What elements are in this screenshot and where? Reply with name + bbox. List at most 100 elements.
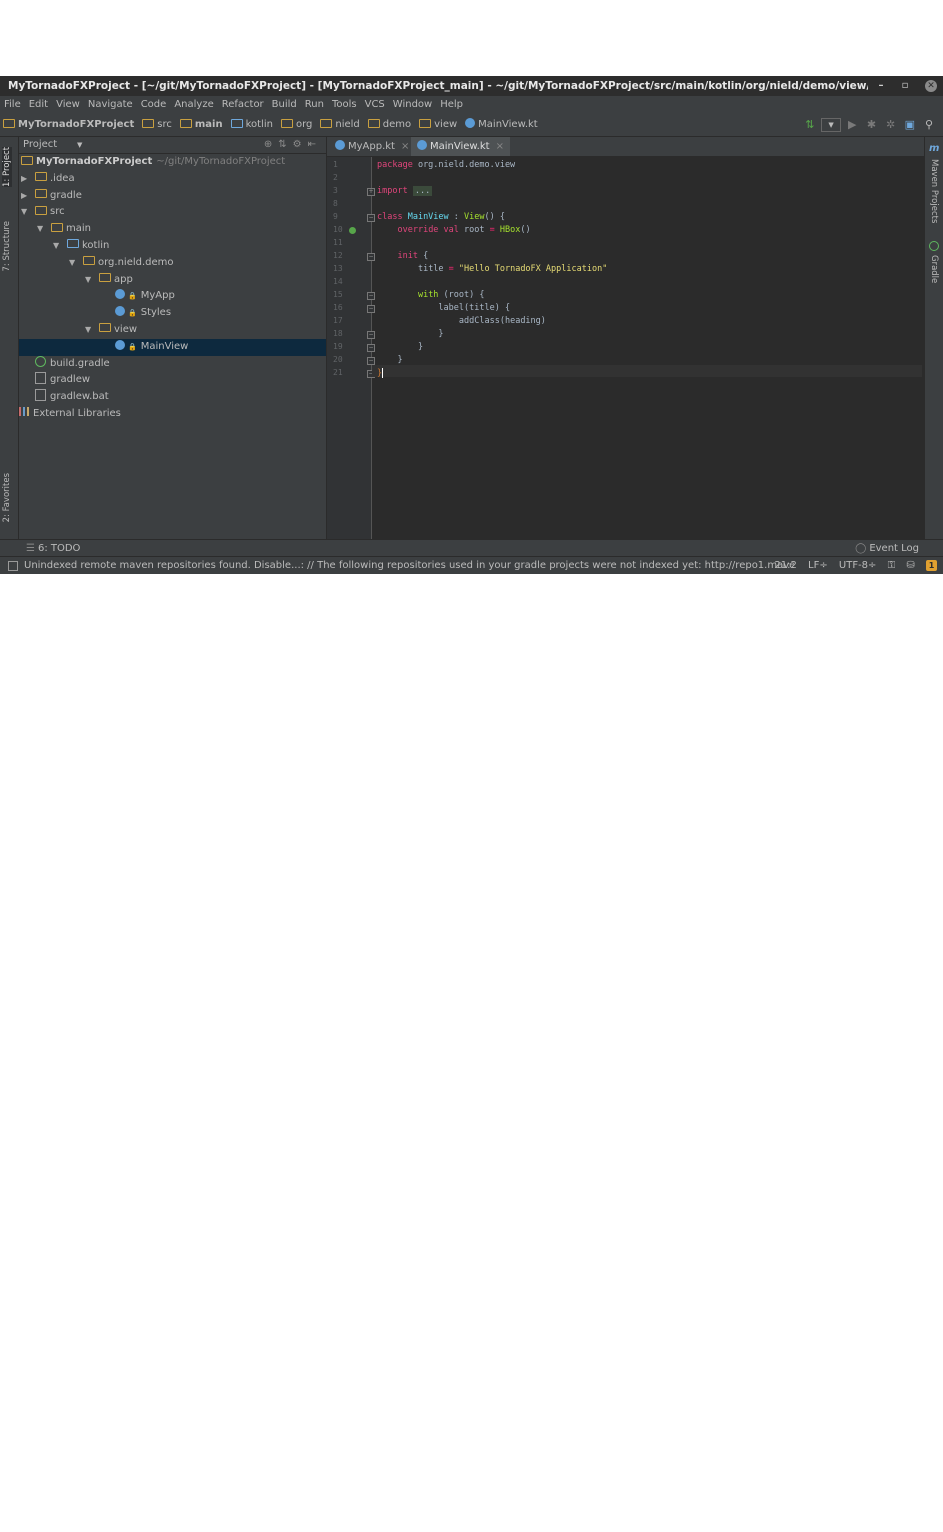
collapse-arrow-icon[interactable]: ▼ [53, 238, 59, 255]
tool-tab-project[interactable]: 1: Project [2, 147, 12, 187]
chevron-down-icon[interactable]: ▼ [77, 137, 82, 153]
tree-item-gradlew-bat[interactable]: gradlew.bat [19, 389, 326, 406]
menu-navigate[interactable]: Navigate [84, 96, 137, 114]
current-line-highlight [372, 365, 922, 377]
tree-item-app[interactable]: ▼ app [19, 272, 326, 289]
menu-window[interactable]: Window [389, 96, 436, 114]
lock-icon[interactable]: ⚿ [888, 560, 896, 571]
tree-item-idea[interactable]: ▶ .idea [19, 171, 326, 188]
tree-item-gradlew[interactable]: gradlew [19, 372, 326, 389]
expand-arrow-icon[interactable]: ▶ [21, 171, 27, 188]
tree-item-gradle[interactable]: ▶ gradle [19, 188, 326, 205]
close-button[interactable]: ✕ [925, 80, 937, 92]
close-tab-icon[interactable]: × [496, 141, 504, 152]
fold-marker-icon[interactable]: − [367, 214, 375, 222]
tree-item-src[interactable]: ▼ src [19, 204, 326, 221]
collapse-arrow-icon[interactable]: ▼ [37, 221, 43, 238]
build-icon[interactable]: ⇅ [802, 114, 818, 136]
menu-code[interactable]: Code [137, 96, 171, 114]
tool-tab-favorites[interactable]: 2: Favorites [2, 473, 12, 522]
line-number: 11 [333, 238, 343, 247]
tool-tab-structure[interactable]: 7: Structure [2, 221, 12, 272]
tool-tab-maven-projects[interactable]: Maven Projects [929, 159, 939, 223]
menu-build[interactable]: Build [268, 96, 301, 114]
minimize-button[interactable]: – [872, 76, 890, 96]
menu-view[interactable]: View [52, 96, 84, 114]
gear-icon[interactable]: ⚙ [293, 139, 308, 150]
tree-item-build-gradle[interactable]: build.gradle [19, 356, 326, 373]
package-icon [367, 118, 380, 128]
breadcrumb-org[interactable]: org [278, 114, 317, 136]
run-gutter-icon[interactable] [349, 227, 356, 234]
tree-item-myapp[interactable]: 🔒 MyApp [19, 288, 326, 305]
breadcrumb-project[interactable]: MyTornadoFXProject [0, 114, 139, 136]
tool-tab-event-log[interactable]: ◯ Event Log [855, 540, 919, 557]
breadcrumb-main[interactable]: main [177, 114, 228, 136]
breadcrumb-mainview-kt[interactable]: MainView.kt [462, 114, 543, 136]
folded-imports[interactable]: ... [412, 186, 433, 196]
tree-item-kotlin[interactable]: ▼ kotlin [19, 238, 326, 255]
collapse-arrow-icon[interactable]: ▼ [21, 204, 27, 221]
menu-refactor[interactable]: Refactor [218, 96, 268, 114]
collapse-arrow-icon[interactable]: ▼ [85, 322, 91, 339]
collapse-arrow-icon[interactable]: ▼ [69, 255, 75, 272]
tree-item-view[interactable]: ▼ view [19, 322, 326, 339]
memory-icon[interactable]: ⛁ [906, 560, 914, 571]
menu-vcs[interactable]: VCS [361, 96, 389, 114]
line-number: 16 [333, 303, 343, 312]
editor-gutter[interactable]: 1 2 3 8 9 10 11 12 13 14 15 16 17 18 19 … [327, 157, 375, 539]
tree-item-external-libraries[interactable]: External Libraries [19, 406, 326, 423]
menu-file[interactable]: File [0, 96, 25, 114]
collapse-icon[interactable]: ⇅ [278, 139, 292, 150]
breadcrumb-view[interactable]: view [416, 114, 462, 136]
warning-badge[interactable]: 1 [926, 560, 937, 571]
tool-tab-gradle[interactable]: Gradle [929, 255, 939, 283]
text-file-icon [35, 372, 46, 385]
fold-marker-icon[interactable]: − [367, 331, 375, 339]
maximize-button[interactable]: ▫ [896, 76, 914, 96]
caret-position[interactable]: 21:2 [774, 560, 796, 571]
breadcrumb-kotlin[interactable]: kotlin [228, 114, 278, 136]
fold-marker-icon[interactable]: − [367, 305, 375, 313]
menu-analyze[interactable]: Analyze [170, 96, 217, 114]
menu-tools[interactable]: Tools [328, 96, 361, 114]
project-view-selector[interactable]: Project [23, 137, 57, 153]
locate-icon[interactable]: ⊕ [264, 139, 278, 150]
breadcrumb-src[interactable]: src [139, 114, 177, 136]
toggle-tool-windows-icon[interactable] [8, 561, 18, 571]
folder-icon [35, 172, 47, 182]
line-number: 19 [333, 342, 343, 351]
status-message[interactable]: Unindexed remote maven repositories foun… [24, 557, 794, 574]
file-encoding[interactable]: UTF-8÷ [839, 560, 877, 571]
fold-marker-icon[interactable]: − [367, 357, 375, 365]
menu-help[interactable]: Help [436, 96, 467, 114]
hide-icon[interactable]: ⇤ [308, 139, 322, 150]
search-icon[interactable]: ⚲ [921, 114, 937, 136]
coverage-icon[interactable]: ✲ [883, 114, 899, 136]
tab-mainview-kt[interactable]: MainView.kt × [411, 137, 510, 156]
menu-edit[interactable]: Edit [25, 96, 52, 114]
project-structure-icon[interactable]: ▣ [902, 114, 918, 136]
collapse-arrow-icon[interactable]: ▼ [85, 272, 91, 289]
expand-arrow-icon[interactable]: ▶ [21, 188, 27, 205]
close-tab-icon[interactable]: × [401, 141, 409, 152]
breadcrumb-demo[interactable]: demo [365, 114, 416, 136]
fold-marker-icon[interactable]: − [367, 253, 375, 261]
run-icon[interactable]: ▶ [844, 114, 860, 136]
tree-item-main[interactable]: ▼ main [19, 221, 326, 238]
debug-icon[interactable]: ✱ [863, 114, 879, 136]
tree-item-mainview[interactable]: 🔒 MainView [19, 338, 326, 356]
breadcrumb-nield[interactable]: nield [317, 114, 364, 136]
menu-run[interactable]: Run [301, 96, 328, 114]
fold-marker-icon[interactable]: − [367, 344, 375, 352]
tool-tab-todo[interactable]: ☰ 6: TODO [26, 540, 80, 557]
tree-item-styles[interactable]: 🔒 Styles [19, 305, 326, 322]
tree-item-package[interactable]: ▼ org.nield.demo [19, 255, 326, 272]
fold-marker-icon[interactable]: + [367, 188, 375, 196]
source-folder-icon [230, 118, 243, 128]
line-separator[interactable]: LF÷ [808, 560, 828, 571]
tab-myapp-kt[interactable]: MyApp.kt × [329, 137, 415, 156]
tree-item-root[interactable]: MyTornadoFXProject ~/git/MyTornadoFXProje… [19, 154, 326, 171]
fold-marker-icon[interactable]: − [367, 292, 375, 300]
run-config-dropdown[interactable]: ▼ [821, 118, 842, 132]
